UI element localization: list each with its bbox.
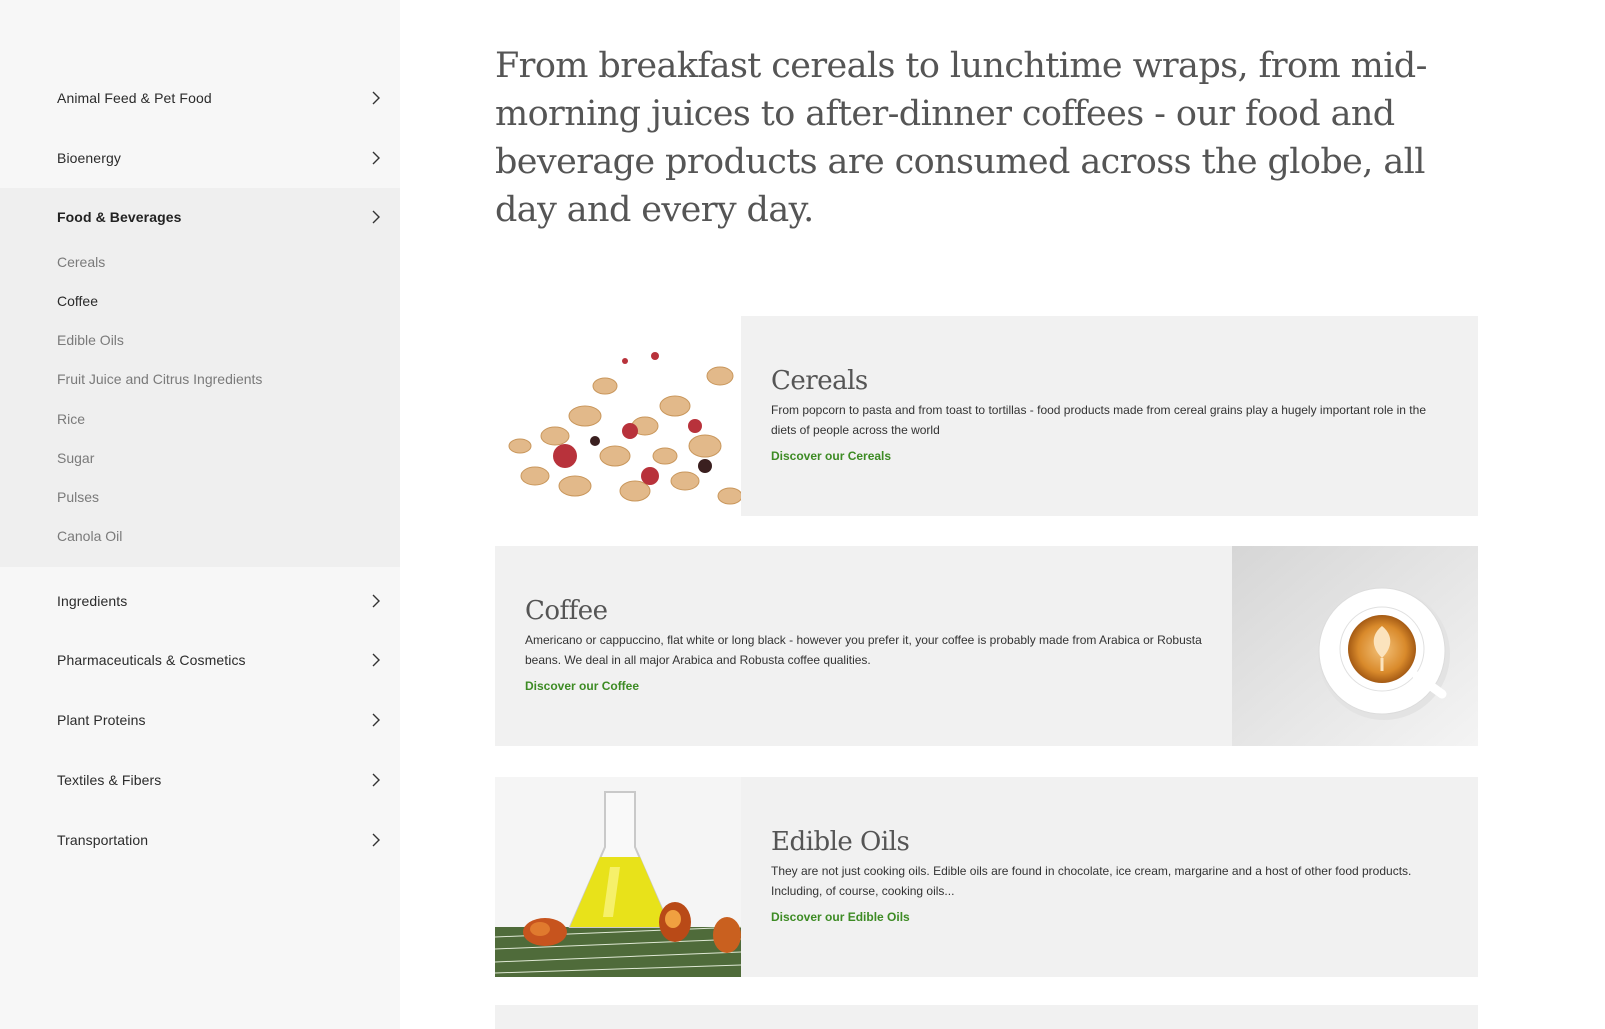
- card-description: From popcorn to pasta and from toast to …: [771, 403, 1426, 437]
- chevron-right-icon: [372, 833, 380, 846]
- chevron-right-icon: [372, 653, 380, 666]
- sidebar-item-label: Animal Feed & Pet Food: [57, 89, 212, 106]
- sidebar-item-transportation[interactable]: Transportation: [0, 810, 400, 869]
- sidebar-item-label: Plant Proteins: [57, 711, 146, 728]
- card-title: Coffee: [525, 596, 608, 626]
- sidebar-item-plant-proteins[interactable]: Plant Proteins: [0, 690, 400, 749]
- sidebar-item-label: Food & Beverages: [57, 208, 182, 225]
- chevron-right-icon: [372, 594, 380, 607]
- chevron-right-icon: [372, 713, 380, 726]
- sidebar-item-label: Textiles & Fibers: [57, 771, 162, 788]
- intro-text: From breakfast cereals to lunchtime wrap…: [495, 46, 1427, 230]
- discover-cereals-link[interactable]: Discover our Cereals: [771, 449, 891, 463]
- subnav-item-cereals[interactable]: Cereals: [57, 252, 105, 272]
- sidebar-item-animal-feed[interactable]: Animal Feed & Pet Food: [0, 68, 400, 127]
- subnav-item-pulses[interactable]: Pulses: [57, 487, 99, 507]
- card-title: Cereals: [771, 366, 868, 396]
- card-description: They are not just cooking oils. Edible o…: [771, 864, 1412, 898]
- latte-cup-image: [1232, 546, 1478, 746]
- chevron-right-icon: [372, 210, 380, 223]
- subnav-item-edible-oils[interactable]: Edible Oils: [57, 330, 124, 350]
- sidebar-item-bioenergy[interactable]: Bioenergy: [0, 128, 400, 187]
- subnav-item-coffee[interactable]: Coffee: [57, 291, 98, 311]
- sidebar-item-label: Ingredients: [57, 592, 128, 609]
- chevron-right-icon: [372, 773, 380, 786]
- subnav-item-fruit-juice[interactable]: Fruit Juice and Citrus Ingredients: [57, 369, 262, 389]
- card-text: Edible Oils They are not just cooking oi…: [741, 777, 1478, 977]
- card-title: Edible Oils: [771, 827, 910, 857]
- chevron-right-icon: [372, 151, 380, 164]
- subnav-item-rice[interactable]: Rice: [57, 409, 85, 429]
- product-card-edible-oils: Edible Oils They are not just cooking oi…: [495, 777, 1478, 977]
- sidebar-item-pharmaceuticals[interactable]: Pharmaceuticals & Cosmetics: [0, 630, 400, 689]
- product-card-coffee: Coffee Americano or cappuccino, flat whi…: [495, 546, 1478, 746]
- sidebar-item-label: Pharmaceuticals & Cosmetics: [57, 651, 246, 668]
- subnav-item-sugar[interactable]: Sugar: [57, 448, 94, 468]
- granola-image: [495, 316, 741, 516]
- chevron-right-icon: [372, 91, 380, 104]
- subnav-item-canola-oil[interactable]: Canola Oil: [57, 526, 122, 546]
- discover-edible-oils-link[interactable]: Discover our Edible Oils: [771, 910, 910, 924]
- sidebar-item-food-beverages[interactable]: Food & Beverages: [0, 187, 400, 246]
- card-description: Americano or cappuccino, flat white or l…: [525, 633, 1202, 667]
- product-card-next: [495, 1005, 1478, 1029]
- sidebar-item-label: Bioenergy: [57, 149, 121, 166]
- card-text: Coffee Americano or cappuccino, flat whi…: [495, 546, 1232, 746]
- sidebar: Animal Feed & Pet Food Bioenergy Food & …: [0, 0, 400, 1029]
- card-text: Cereals From popcorn to pasta and from t…: [741, 316, 1478, 516]
- sidebar-item-textiles[interactable]: Textiles & Fibers: [0, 750, 400, 809]
- oil-flask-image: [495, 777, 741, 977]
- product-card-cereals: Cereals From popcorn to pasta and from t…: [495, 316, 1478, 516]
- sidebar-item-label: Transportation: [57, 831, 149, 848]
- discover-coffee-link[interactable]: Discover our Coffee: [525, 679, 639, 693]
- sidebar-item-ingredients[interactable]: Ingredients: [0, 571, 400, 630]
